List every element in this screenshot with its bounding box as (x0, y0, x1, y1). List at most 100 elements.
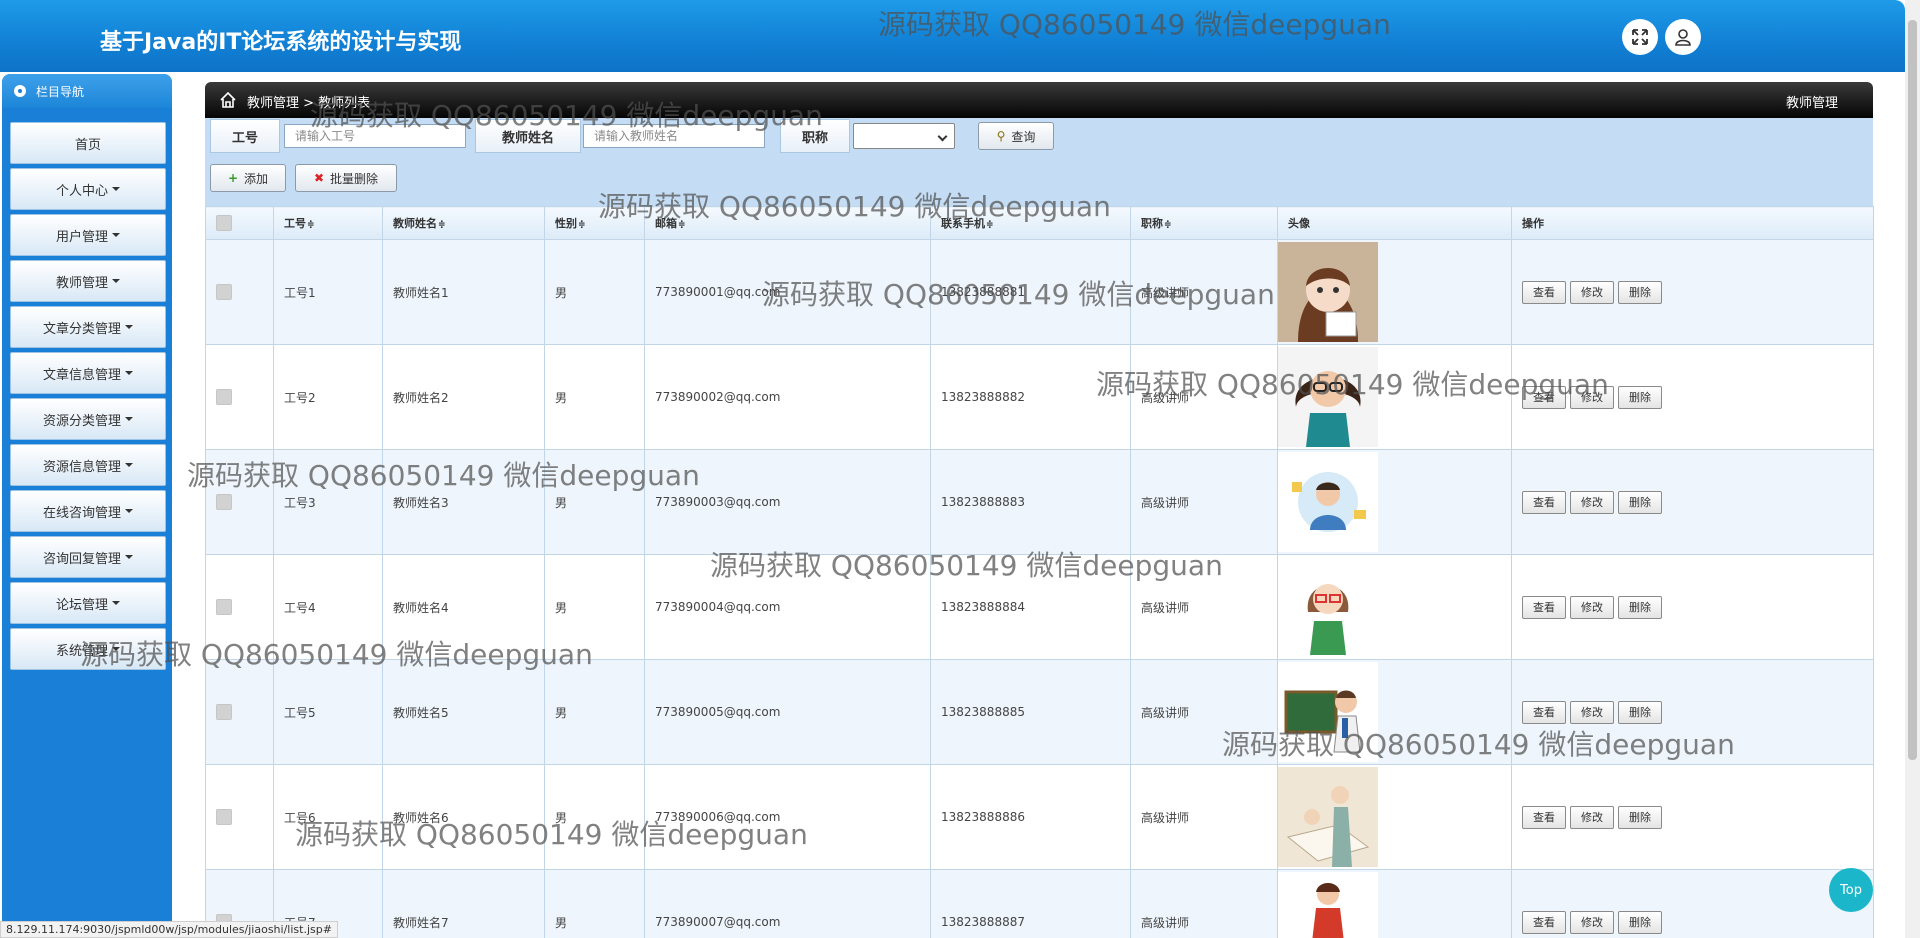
row-checkbox[interactable] (216, 389, 232, 405)
column-header[interactable]: 联系手机≑ (930, 206, 1131, 240)
column-header[interactable]: 邮箱≑ (644, 206, 931, 240)
row-checkbox[interactable] (216, 704, 232, 720)
column-header[interactable]: 职称≑ (1130, 206, 1278, 240)
name-search-input[interactable] (583, 124, 765, 148)
cell-phone: 13823888882 (930, 344, 1131, 450)
sort-icon[interactable]: ≑ (307, 220, 315, 230)
row-select-cell (205, 449, 274, 555)
view-button[interactable]: 查看 (1522, 595, 1566, 619)
view-button[interactable]: 查看 (1522, 700, 1566, 724)
avatar (1278, 347, 1378, 447)
avatar (1278, 767, 1378, 867)
sidebar-item[interactable]: 资源分类管理 (10, 398, 166, 440)
table-row: 工号4 教师姓名4 男 773890004@qq.com 13823888884 高级讲师… (205, 554, 1874, 660)
view-button[interactable]: 查看 (1522, 805, 1566, 829)
row-checkbox[interactable] (216, 599, 232, 615)
chevron-down-icon (112, 279, 120, 283)
cell-name: 教师姓名2 (382, 344, 545, 450)
cell-actions: 查看 修改 删除 (1511, 764, 1874, 870)
title-select[interactable] (853, 123, 955, 149)
user-icon[interactable] (1665, 19, 1701, 55)
id-search-input[interactable] (284, 124, 466, 148)
cell-avatar (1277, 659, 1512, 765)
delete-button[interactable]: 删除 (1618, 910, 1662, 934)
sidebar-item[interactable]: 首页 (10, 122, 166, 164)
table-row: 工号5 教师姓名5 男 773890005@qq.com 13823888885 高级讲师… (205, 659, 1874, 765)
search-icon: ⚲ (996, 129, 1006, 143)
column-header[interactable]: 教师姓名≑ (382, 206, 545, 240)
back-to-top-button[interactable]: Top (1829, 868, 1873, 912)
cell-avatar (1277, 554, 1512, 660)
sidebar-item[interactable]: 系统管理 (10, 628, 166, 670)
cell-email: 773890004@qq.com (644, 554, 931, 660)
batch-delete-button[interactable]: ✖ 批量删除 (295, 164, 397, 192)
cell-phone: 13823888883 (930, 449, 1131, 555)
scrollbar-thumb[interactable] (1908, 20, 1917, 760)
view-button[interactable]: 查看 (1522, 490, 1566, 514)
avatar (1278, 242, 1378, 342)
delete-button[interactable]: 删除 (1618, 280, 1662, 304)
column-header[interactable]: 性别≑ (544, 206, 645, 240)
edit-button[interactable]: 修改 (1570, 805, 1614, 829)
sort-icon[interactable]: ≑ (986, 220, 994, 230)
edit-button[interactable]: 修改 (1570, 700, 1614, 724)
sort-icon[interactable]: ≑ (1164, 220, 1172, 230)
sidebar-item[interactable]: 个人中心 (10, 168, 166, 210)
sort-icon[interactable]: ≑ (438, 220, 446, 230)
row-checkbox[interactable] (216, 284, 232, 300)
breadcrumb: 教师管理 > 教师列表 教师管理 (205, 82, 1873, 118)
sidebar-item[interactable]: 论坛管理 (10, 582, 166, 624)
cell-title: 高级讲师 (1130, 554, 1278, 660)
delete-button[interactable]: 删除 (1618, 805, 1662, 829)
row-checkbox[interactable] (216, 494, 232, 510)
select-all-checkbox[interactable] (216, 215, 232, 231)
chevron-down-icon (112, 601, 120, 605)
cell-email: 773890006@qq.com (644, 764, 931, 870)
edit-button[interactable]: 修改 (1570, 490, 1614, 514)
row-select-cell (205, 554, 274, 660)
query-button[interactable]: ⚲ 查询 (978, 122, 1054, 150)
sidebar-item[interactable]: 咨询回复管理 (10, 536, 166, 578)
sidebar-item[interactable]: 用户管理 (10, 214, 166, 256)
sidebar-item[interactable]: 文章分类管理 (10, 306, 166, 348)
sidebar-item[interactable]: 文章信息管理 (10, 352, 166, 394)
delete-button[interactable]: 删除 (1618, 700, 1662, 724)
view-button[interactable]: 查看 (1522, 385, 1566, 409)
sort-icon[interactable]: ≑ (578, 220, 586, 230)
edit-button[interactable]: 修改 (1570, 595, 1614, 619)
home-icon[interactable] (219, 91, 237, 109)
name-label: 教师姓名 (475, 119, 581, 153)
expand-icon[interactable] (1622, 19, 1658, 55)
cell-avatar (1277, 344, 1512, 450)
sidebar-item[interactable]: 在线咨询管理 (10, 490, 166, 532)
add-button[interactable]: + 添加 (210, 164, 286, 192)
delete-button[interactable]: 删除 (1618, 490, 1662, 514)
cell-title: 高级讲师 (1130, 449, 1278, 555)
cell-title: 高级讲师 (1130, 239, 1278, 345)
avatar (1278, 452, 1378, 552)
edit-button[interactable]: 修改 (1570, 910, 1614, 934)
column-header[interactable]: 工号≑ (273, 206, 383, 240)
view-button[interactable]: 查看 (1522, 910, 1566, 934)
sidebar-item-label: 文章分类管理 (42, 321, 121, 337)
sort-icon[interactable]: ≑ (678, 220, 686, 230)
app-title: 基于Java的IT论坛系统的设计与实现 (100, 30, 462, 55)
chevron-down-icon (125, 325, 133, 329)
cell-actions: 查看 修改 删除 (1511, 869, 1874, 938)
view-button[interactable]: 查看 (1522, 280, 1566, 304)
sidebar-heading: 栏目导航 (2, 74, 172, 108)
delete-button[interactable]: 删除 (1618, 385, 1662, 409)
chevron-down-icon (125, 417, 133, 421)
close-icon: ✖ (313, 171, 325, 185)
select-all-header[interactable] (205, 206, 274, 240)
sidebar-item-label: 系统管理 (55, 643, 108, 659)
row-checkbox[interactable] (216, 809, 232, 825)
page-scrollbar[interactable] (1905, 0, 1920, 938)
edit-button[interactable]: 修改 (1570, 280, 1614, 304)
status-url: 8.129.11.174:9030/jspmld00w/jsp/modules/… (0, 921, 338, 938)
sidebar-item[interactable]: 资源信息管理 (10, 444, 166, 486)
sidebar-item[interactable]: 教师管理 (10, 260, 166, 302)
edit-button[interactable]: 修改 (1570, 385, 1614, 409)
cell-title: 高级讲师 (1130, 764, 1278, 870)
delete-button[interactable]: 删除 (1618, 595, 1662, 619)
